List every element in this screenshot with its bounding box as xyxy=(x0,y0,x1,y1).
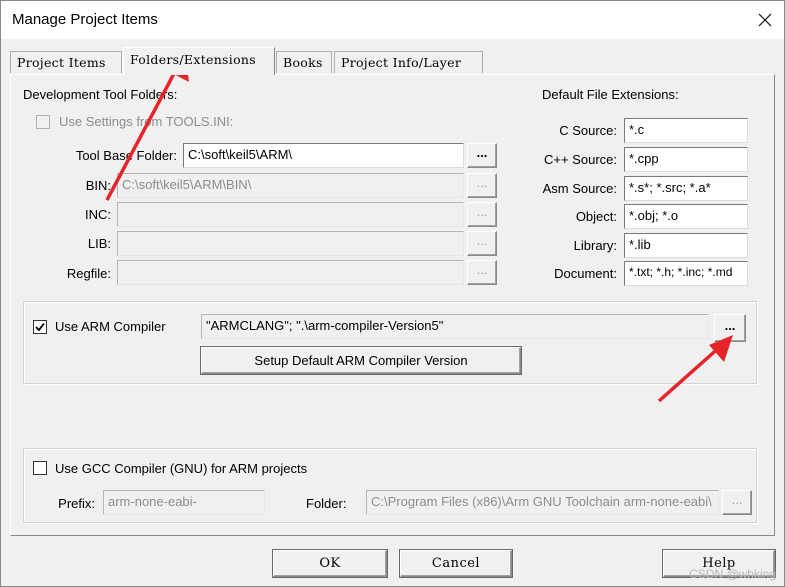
use-settings-label: Use Settings from TOOLS.INI: xyxy=(59,114,234,129)
ext-label-object: Object: xyxy=(575,209,617,224)
regfile-browse-button[interactable]: ... xyxy=(467,260,497,285)
tab-books[interactable]: Books xyxy=(276,51,332,73)
lib-browse-button[interactable]: ... xyxy=(467,231,497,256)
title-bar: Manage Project Items xyxy=(1,1,784,39)
bin-label: BIN: xyxy=(85,178,111,193)
ext-field-asm-source[interactable]: *.s*; *.src; *.a* xyxy=(624,176,748,201)
bin-field[interactable]: C:\soft\keil5\ARM\BIN\ xyxy=(117,173,464,198)
use-gcc-compiler-checkbox[interactable] xyxy=(33,461,47,475)
tab-label: Project Items xyxy=(17,55,106,70)
ext-label-cpp-source: C++ Source: xyxy=(544,152,617,167)
tab-project-info-layer[interactable]: Project Info/Layer xyxy=(334,51,483,73)
close-icon[interactable] xyxy=(747,3,783,37)
regfile-field[interactable] xyxy=(117,260,464,285)
setup-default-arm-compiler-button[interactable]: Setup Default ARM Compiler Version xyxy=(201,347,521,374)
tool-base-field[interactable]: C:\soft\keil5\ARM\ xyxy=(183,143,464,168)
tab-label: Project Info/Layer xyxy=(341,55,462,70)
ok-button[interactable]: OK xyxy=(273,550,387,577)
bin-browse-button[interactable]: ... xyxy=(467,173,497,198)
tab-label: Folders/Extensions xyxy=(130,52,256,67)
ext-field-object[interactable]: *.obj; *.o xyxy=(624,204,748,229)
tab-project-items[interactable]: Project Items xyxy=(10,51,122,73)
dev-tools-heading: Development Tool Folders: xyxy=(23,87,178,102)
gcc-prefix-label: Prefix: xyxy=(58,496,95,511)
tab-folders-extensions[interactable]: Folders/Extensions xyxy=(123,47,275,75)
ext-field-library[interactable]: *.lib xyxy=(624,233,748,258)
ext-label-asm-source: Asm Source: xyxy=(542,181,617,196)
use-gcc-compiler-label: Use GCC Compiler (GNU) for ARM projects xyxy=(55,461,308,476)
use-settings-checkbox[interactable] xyxy=(36,115,50,129)
checkmark-icon xyxy=(35,322,45,332)
extensions-heading: Default File Extensions: xyxy=(542,87,679,102)
cancel-button[interactable]: Cancel xyxy=(400,550,512,577)
inc-label: INC: xyxy=(85,207,111,222)
tab-label: Books xyxy=(283,55,323,70)
ext-label-document: Document: xyxy=(554,266,617,281)
tool-base-browse-button[interactable]: ... xyxy=(467,143,497,168)
gcc-folder-field[interactable]: C:\Program Files (x86)\Arm GNU Toolchain… xyxy=(366,490,719,515)
use-arm-compiler-checkbox[interactable] xyxy=(33,320,47,334)
lib-field[interactable] xyxy=(117,231,464,256)
ext-label-library: Library: xyxy=(573,238,617,253)
tool-base-label: Tool Base Folder: xyxy=(75,148,177,163)
gcc-folder-browse-button[interactable]: ... xyxy=(722,490,752,515)
lib-label: LIB: xyxy=(87,236,111,251)
ext-field-c-source[interactable]: *.c xyxy=(624,118,748,143)
inc-browse-button[interactable]: ... xyxy=(467,202,497,227)
window-title: Manage Project Items xyxy=(12,11,158,28)
arm-compiler-browse-button[interactable]: ... xyxy=(714,314,746,342)
manage-project-items-dialog: Manage Project Items Project Items Folde… xyxy=(0,0,785,587)
watermark: CSDN @whking xyxy=(689,567,776,581)
ext-label-c-source: C Source: xyxy=(559,123,617,138)
arm-compiler-field[interactable]: "ARMCLANG"; ".\arm-compiler-Version5" xyxy=(201,314,709,339)
gcc-folder-label: Folder: xyxy=(306,496,347,511)
use-arm-compiler-label: Use ARM Compiler xyxy=(55,319,166,334)
inc-field[interactable] xyxy=(117,202,464,227)
ext-field-cpp-source[interactable]: *.cpp xyxy=(624,147,748,172)
gcc-prefix-field[interactable]: arm-none-eabi- xyxy=(103,490,265,515)
ext-field-document[interactable]: *.txt; *.h; *.inc; *.md xyxy=(624,261,748,286)
regfile-label: Regfile: xyxy=(66,266,111,281)
